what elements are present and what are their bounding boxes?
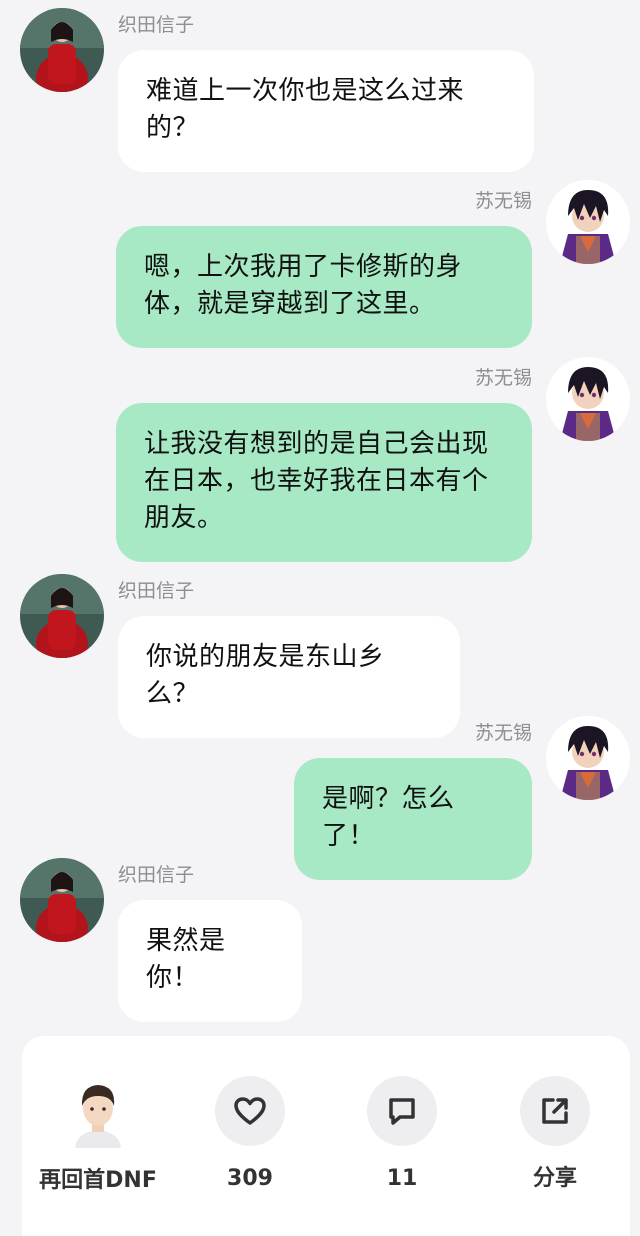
sender-name: 苏无锡 — [474, 190, 532, 212]
sender-avatar[interactable] — [546, 357, 630, 441]
sender-name: 织田信子 — [118, 14, 195, 36]
sender-name: 织田信子 — [118, 864, 195, 886]
like-button[interactable]: 309 — [180, 1076, 320, 1194]
like-circle[interactable] — [215, 1076, 285, 1146]
sender-name: 苏无锡 — [474, 722, 532, 744]
woman-in-red-avatar — [20, 8, 104, 92]
share-label: 分享 — [532, 1166, 577, 1191]
author-avatar[interactable] — [63, 1076, 133, 1148]
sender-avatar[interactable] — [20, 574, 104, 658]
share-icon — [542, 1098, 568, 1124]
comment-circle[interactable] — [367, 1076, 437, 1146]
anime-boy-avatar — [546, 357, 630, 441]
sender-avatar[interactable] — [20, 858, 104, 942]
sender-name: 织田信子 — [118, 580, 195, 602]
comment-button[interactable]: 11 — [332, 1076, 472, 1194]
anime-boy-avatar — [546, 180, 630, 264]
heart-icon — [234, 1097, 266, 1125]
sender-avatar[interactable] — [20, 8, 104, 92]
anime-boy-avatar — [546, 716, 630, 800]
message-bubble[interactable]: 你说的朋友是东山乡么？ — [118, 616, 460, 738]
woman-in-red-avatar — [20, 858, 104, 942]
share-button[interactable]: 分享 — [485, 1076, 625, 1194]
sender-avatar[interactable] — [546, 180, 630, 264]
message-bubble[interactable]: 难道上一次你也是这么过来的？ — [118, 50, 534, 172]
message-bubble[interactable]: 让我没有想到的是自己会出现在日本，也幸好我在日本有个朋友。 — [116, 403, 532, 562]
sender-name: 苏无锡 — [474, 367, 532, 389]
comment-icon — [389, 1098, 415, 1125]
post-action-bar: 再回首DNF 309 11 分享 — [22, 1036, 630, 1236]
sender-avatar[interactable] — [546, 716, 630, 800]
share-circle[interactable] — [520, 1076, 590, 1146]
author-name: 再回首DNF — [39, 1168, 157, 1193]
author-profile[interactable]: 再回首DNF — [28, 1076, 168, 1196]
woman-in-red-avatar — [20, 574, 104, 658]
comment-count: 11 — [386, 1166, 418, 1191]
message-bubble[interactable]: 果然是你！ — [118, 900, 302, 1022]
like-count: 309 — [227, 1166, 273, 1191]
message-bubble[interactable]: 是啊？怎么了！ — [294, 758, 532, 880]
message-bubble[interactable]: 嗯，上次我用了卡修斯的身体，就是穿越到了这里。 — [116, 226, 532, 348]
